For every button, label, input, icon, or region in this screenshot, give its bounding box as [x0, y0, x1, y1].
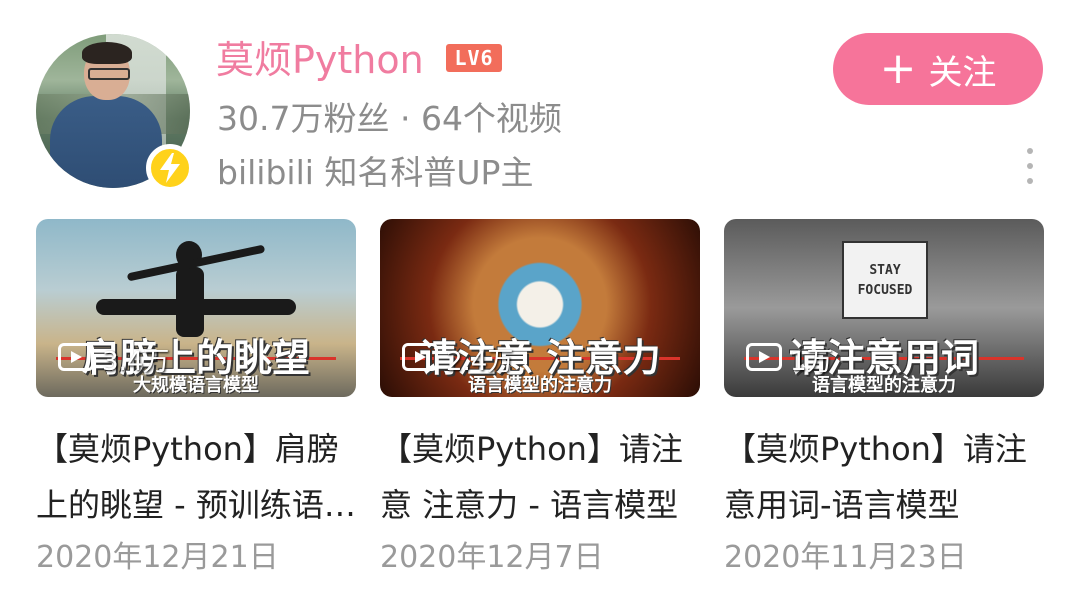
lightning-bolt-icon: [146, 144, 194, 192]
channel-stats: 30.7万粉丝 · 64个视频: [217, 99, 562, 138]
view-count: 3.4万: [102, 347, 170, 377]
certification-label: bilibili 知名科普UP主: [217, 153, 534, 192]
thumbnail-subtitle: 语言模型的注意力: [812, 375, 956, 396]
level-badge: LV6: [446, 44, 502, 72]
follow-button[interactable]: + 关注: [833, 33, 1043, 105]
stay-focused-sign: STAY FOCUSED: [842, 241, 928, 319]
video-date: 2020年12月21日: [36, 540, 279, 575]
play-count-icon: [402, 343, 438, 371]
play-count-icon: [746, 343, 782, 371]
video-thumbnail[interactable]: 请注意 注意力 语言模型的注意力 2.4万: [380, 219, 700, 397]
video-card[interactable]: 请注意 注意力 语言模型的注意力 2.4万 【莫烦Python】请注意 注意力 …: [380, 219, 700, 579]
video-card[interactable]: 肩膀上的眺望 大规模语言模型 3.4万 【莫烦Python】肩膀上的眺望 - 预…: [36, 219, 356, 579]
thumbnail-subtitle: 语言模型的注意力: [468, 375, 612, 396]
view-count: 1万: [790, 347, 833, 377]
video-card[interactable]: STAY FOCUSED 请注意用词 语言模型的注意力 1万 【莫烦Python…: [724, 219, 1044, 579]
follow-label: 关注: [928, 52, 997, 93]
thumbnail-subtitle: 大规模语言模型: [133, 375, 259, 396]
video-date: 2020年11月23日: [724, 540, 967, 575]
plus-icon: +: [879, 43, 917, 94]
avatar-container[interactable]: [36, 34, 194, 192]
play-count-icon: [58, 343, 94, 371]
video-thumbnail[interactable]: STAY FOCUSED 请注意用词 语言模型的注意力 1万: [724, 219, 1044, 397]
video-title[interactable]: 【莫烦Python】请注意用词-语言模型: [724, 421, 1044, 533]
channel-name[interactable]: 莫烦Python: [216, 34, 424, 86]
more-options-icon[interactable]: [1022, 148, 1038, 184]
view-count: 2.4万: [446, 347, 514, 377]
video-title[interactable]: 【莫烦Python】请注意 注意力 - 语言模型: [380, 421, 700, 533]
video-thumbnail[interactable]: 肩膀上的眺望 大规模语言模型 3.4万: [36, 219, 356, 397]
video-title[interactable]: 【莫烦Python】肩膀上的眺望 - 预训练语言模型: [36, 421, 356, 533]
video-date: 2020年12月7日: [380, 540, 604, 575]
